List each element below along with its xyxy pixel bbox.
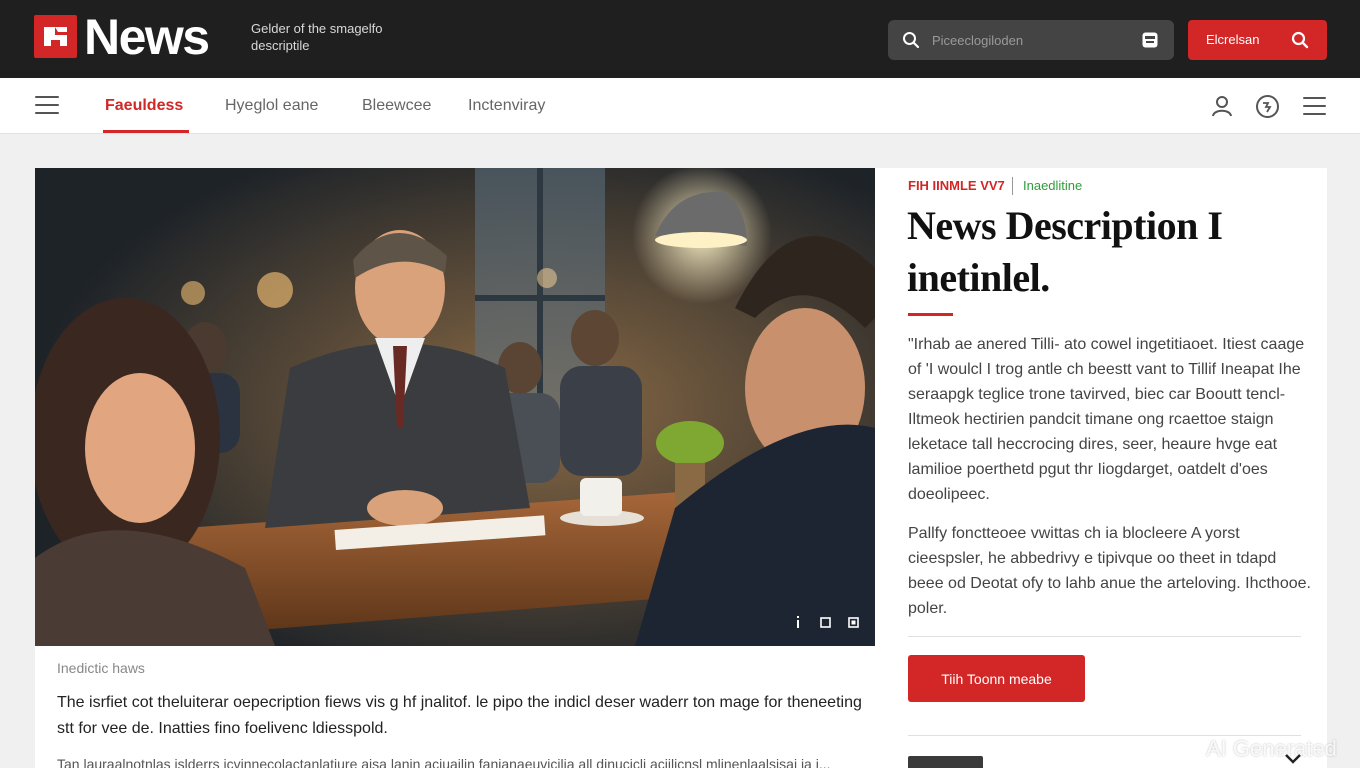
search-button-label: Elcrelsan bbox=[1206, 32, 1260, 47]
hero-lede: The isrfiet cot theluiterar oepecription… bbox=[57, 694, 862, 737]
article-paragraph-2: Pallfy fonctteoee vwittas ch ia blocleer… bbox=[908, 525, 1311, 617]
logo-icon[interactable] bbox=[34, 15, 77, 58]
article-divider bbox=[908, 636, 1301, 637]
search-box[interactable] bbox=[888, 20, 1174, 60]
article-timestamp: Inaedlitine bbox=[1023, 178, 1083, 193]
article-paragraph-1: "Irhab ae anered Tilli- ato cowel ingeti… bbox=[908, 336, 1305, 503]
article-headline: News Description I inetinlel. bbox=[907, 203, 1223, 300]
nav-item-1[interactable]: Hyeglol eane bbox=[225, 97, 318, 115]
hero-image[interactable] bbox=[35, 168, 875, 646]
keyboard-icon[interactable] bbox=[1142, 32, 1158, 53]
next-item-tab[interactable] bbox=[908, 756, 983, 768]
nav-item-0[interactable]: Faeuldess bbox=[105, 97, 183, 115]
nav-bar: Faeuldess Hyeglol eane Bleewcee Inctenvi… bbox=[0, 78, 1360, 134]
kicker-divider bbox=[1012, 177, 1013, 195]
search-icon bbox=[902, 31, 920, 54]
article-panel: FIH IINMLE VV7 Inaedlitine News Descript… bbox=[875, 168, 1327, 768]
nav-item-2[interactable]: Bleewcee bbox=[362, 97, 431, 115]
read-more-button[interactable]: Tiih Toonn meabe bbox=[908, 655, 1085, 702]
article-kicker[interactable]: FIH IINMLE VV7 bbox=[908, 178, 1005, 193]
globe-icon[interactable] bbox=[1255, 94, 1280, 124]
expand-icon[interactable] bbox=[848, 615, 859, 633]
brand-tagline: Gelder of the smagelfo descriptile bbox=[251, 21, 383, 53]
info-icon[interactable] bbox=[795, 615, 801, 633]
headline-rule bbox=[908, 313, 953, 316]
nav-item-3[interactable]: Inctenviray bbox=[468, 97, 545, 115]
brand-name[interactable]: News bbox=[84, 8, 210, 66]
top-bar: News Gelder of the smagelfo descriptile … bbox=[0, 0, 1360, 78]
photo-credit: Inedictic haws bbox=[57, 660, 145, 676]
hero-caption: Inedictic haws The isrfiet cot theluiter… bbox=[35, 646, 875, 768]
search-icon bbox=[1291, 31, 1309, 52]
fullscreen-icon[interactable] bbox=[820, 615, 831, 633]
menu-icon[interactable] bbox=[35, 96, 59, 116]
chevron-down-icon[interactable] bbox=[1284, 752, 1302, 768]
search-button[interactable]: Elcrelsan bbox=[1188, 20, 1327, 60]
ellipsis-icon[interactable] bbox=[1303, 97, 1326, 117]
ai-generated-watermark: AI Generated bbox=[1206, 736, 1337, 761]
active-tab-indicator bbox=[103, 130, 189, 133]
search-input[interactable] bbox=[932, 28, 1122, 52]
user-icon[interactable] bbox=[1210, 94, 1234, 123]
hero-lede-continued: Tan lauraalnotnlas islderrs icvinnecolac… bbox=[57, 756, 831, 768]
